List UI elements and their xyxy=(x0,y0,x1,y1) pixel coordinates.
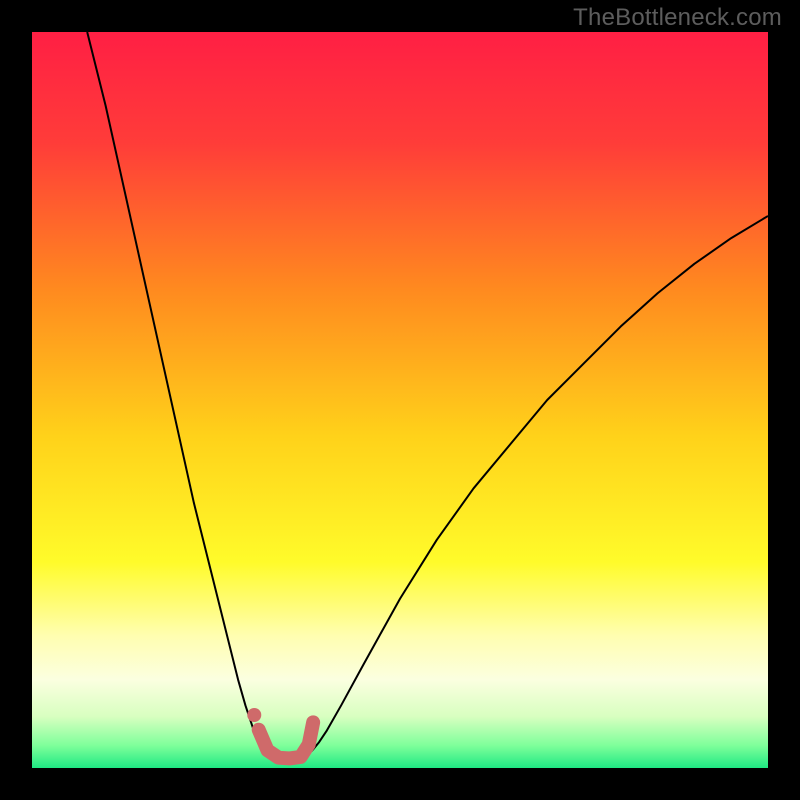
chart-svg xyxy=(32,32,768,768)
chart-plot-area xyxy=(32,32,768,768)
watermark-text: TheBottleneck.com xyxy=(573,4,782,32)
marker-dot xyxy=(247,708,261,722)
chart-background xyxy=(32,32,768,768)
chart-frame: TheBottleneck.com xyxy=(0,0,800,800)
